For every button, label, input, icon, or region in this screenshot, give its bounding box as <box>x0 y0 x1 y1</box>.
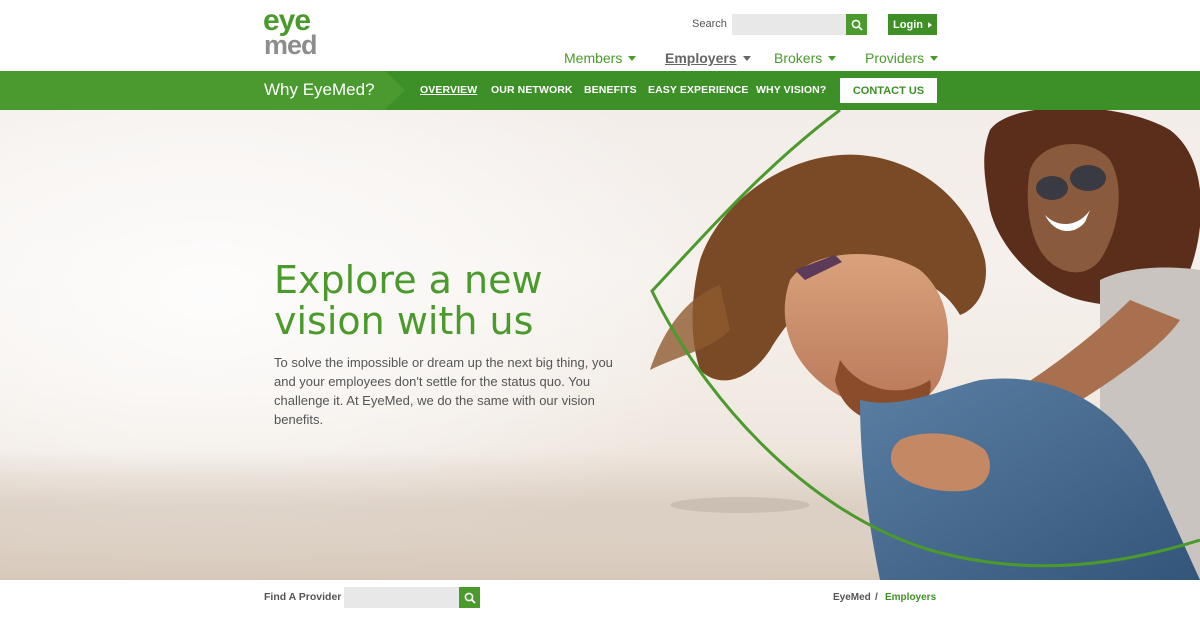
find-provider-search-button[interactable] <box>459 587 480 608</box>
hero-body-text: To solve the impossible or dream up the … <box>274 355 613 427</box>
search-icon <box>851 19 863 31</box>
logo-med-text: med <box>264 30 318 60</box>
nav-employers[interactable]: Employers <box>665 50 751 66</box>
nav-brokers-label: Brokers <box>774 50 823 66</box>
chevron-down-icon <box>628 56 637 61</box>
subnav-easy-experience[interactable]: EASY EXPERIENCE <box>648 84 749 96</box>
find-provider-label: Find A Provider <box>264 591 342 603</box>
nav-members[interactable]: Members <box>564 50 637 66</box>
nav-providers-label: Providers <box>865 50 925 66</box>
section-title-arrow <box>385 71 405 109</box>
caret-right-icon <box>927 21 932 28</box>
contact-us-button[interactable]: CONTACT US <box>840 78 937 103</box>
search-label: Search <box>692 18 727 30</box>
chevron-down-icon <box>828 56 837 61</box>
subnav-overview[interactable]: OVERVIEW <box>420 84 477 96</box>
hero-title-line-1: Explore a new <box>274 258 543 302</box>
hero-title-line-2: vision with us <box>274 299 534 343</box>
hero-photo-couple <box>0 110 1200 580</box>
site-header: eye med Search Login Members Employers B… <box>0 0 1200 71</box>
search-icon <box>464 592 476 604</box>
breadcrumb-current: Employers <box>885 592 937 603</box>
breadcrumb-separator: / <box>875 592 878 603</box>
section-nav-bar: Why EyeMed? OVERVIEW OUR NETWORK BENEFIT… <box>0 71 1200 110</box>
hero-title: Explore a new vision with us <box>274 260 594 342</box>
subnav-our-network[interactable]: OUR NETWORK <box>491 84 573 96</box>
section-title: Why EyeMed? <box>264 80 375 99</box>
hero-banner: Explore a new vision with us To solve th… <box>0 110 1200 580</box>
eyemed-logo[interactable]: eye med <box>263 6 335 61</box>
find-provider-input[interactable] <box>344 587 459 608</box>
chevron-down-icon <box>742 56 751 61</box>
breadcrumb-home[interactable]: EyeMed <box>833 592 871 603</box>
search-button[interactable] <box>846 14 867 35</box>
search-input[interactable] <box>732 14 846 35</box>
nav-members-label: Members <box>564 50 623 66</box>
login-button[interactable]: Login <box>888 14 937 35</box>
nav-brokers[interactable]: Brokers <box>774 50 837 66</box>
nav-employers-label: Employers <box>665 50 737 66</box>
provider-search-bar: Find A Provider EyeMed / Employers <box>0 580 1200 617</box>
subnav-benefits[interactable]: BENEFITS <box>584 84 637 96</box>
nav-providers[interactable]: Providers <box>865 50 939 66</box>
chevron-down-icon <box>930 56 939 61</box>
subnav-why-vision[interactable]: WHY VISION? <box>756 84 826 96</box>
login-label: Login <box>893 18 923 31</box>
